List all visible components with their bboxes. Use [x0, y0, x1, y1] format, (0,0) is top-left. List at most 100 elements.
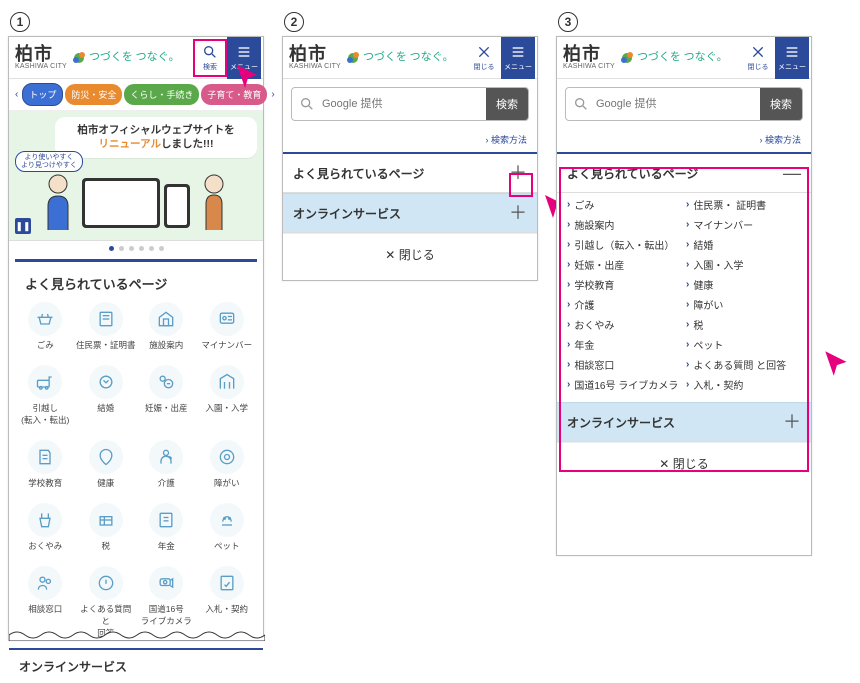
category-icon: [28, 440, 62, 474]
hero-illustration: [9, 170, 263, 238]
popular-item[interactable]: 学校教育: [15, 437, 76, 492]
category-icon: [28, 566, 62, 600]
search-go[interactable]: 検索: [760, 88, 802, 120]
nav-tabs: ‹ トップ 防災・安全 くらし・手続き 子育て・教育 ›: [9, 79, 263, 111]
category-icon: [149, 566, 183, 600]
popular-item[interactable]: 結婚: [76, 362, 137, 429]
header: 柏市 KASHIWA CITY つづくを つなぐ。 閉じる メニュー: [557, 37, 811, 79]
popular-item-label: 入園・入学: [205, 402, 248, 414]
popular-item[interactable]: 障がい: [197, 437, 258, 492]
category-icon: [149, 365, 183, 399]
logo[interactable]: 柏市 KASHIWA CITY つづくを つなぐ。: [289, 45, 467, 70]
popular-item[interactable]: ペット: [197, 500, 258, 555]
search-method-link[interactable]: › 検索方法: [557, 129, 811, 152]
popular-item-label: 妊娠・出産: [145, 402, 188, 414]
tab-top[interactable]: トップ: [22, 83, 63, 106]
tab-life[interactable]: くらし・手続き: [124, 84, 199, 105]
popular-item-label: ペット: [214, 540, 240, 552]
popular-item-label: 入札・契約: [205, 603, 248, 615]
search-area: 検索: [557, 79, 811, 129]
popular-grid: ごみ 住民票・証明書 施設案内 マイナンバー引越し(転入・転出) 結婚妊娠・出産 入園・入…: [9, 299, 263, 642]
city-name-en: KASHIWA CITY: [289, 63, 341, 70]
category-icon: [149, 302, 183, 336]
tagline: つづくを つなぐ。: [619, 50, 728, 66]
category-icon: [89, 302, 123, 336]
category-icon: [28, 302, 62, 336]
category-icon: [28, 365, 62, 399]
category-icon: [210, 440, 244, 474]
popular-item-label: 国道16号ライブカメラ: [141, 603, 192, 627]
carousel-dots[interactable]: [9, 241, 263, 255]
popular-item-label: 住民票・証明書: [76, 339, 136, 351]
popular-item[interactable]: 入園・入学: [197, 362, 258, 429]
popular-item[interactable]: ごみ: [15, 299, 76, 354]
popular-item[interactable]: 介護: [136, 437, 197, 492]
menu-button[interactable]: メニュー: [501, 37, 535, 79]
logo[interactable]: 柏市 KASHIWA CITY つづくを つなぐ。: [563, 45, 741, 70]
popular-item[interactable]: 住民票・証明書: [76, 299, 137, 354]
search-icon: [292, 88, 322, 120]
popular-item[interactable]: 施設案内: [136, 299, 197, 354]
popular-item[interactable]: 引越し(転入・転出): [15, 362, 76, 429]
city-name: 柏市: [15, 45, 67, 63]
hamburger-icon: [784, 44, 800, 60]
phone-screen-1: 柏市 KASHIWA CITY つづくを つなぐ。 検索 メニュー ‹ トップ …: [8, 36, 264, 641]
popular-item-label: おくやみ: [28, 540, 62, 552]
popular-item[interactable]: 年金: [136, 500, 197, 555]
step-badge-2: 2: [284, 12, 304, 32]
popular-item-label: 健康: [97, 477, 114, 489]
header: 柏市 KASHIWA CITY つづくを つなぐ。 閉じる メニュー: [283, 37, 537, 79]
search-input[interactable]: [596, 88, 760, 120]
popular-item[interactable]: おくやみ: [15, 500, 76, 555]
category-icon: [28, 503, 62, 537]
city-name: 柏市: [289, 45, 341, 63]
popular-item[interactable]: 税: [76, 500, 137, 555]
search-input[interactable]: [322, 88, 486, 120]
accordion-online[interactable]: オンラインサービス ＋: [283, 193, 537, 233]
popular-item[interactable]: 健康: [76, 437, 137, 492]
accordion-popular[interactable]: よく見られているページ ＋: [283, 152, 537, 193]
popular-item[interactable]: 妊娠・出産: [136, 362, 197, 429]
tagline: つづくを つなぐ。: [345, 50, 454, 66]
tab-safety[interactable]: 防災・安全: [65, 84, 122, 105]
phone-screen-3: 柏市 KASHIWA CITY つづくを つなぐ。 閉じる メニュー: [556, 36, 812, 556]
nav-prev[interactable]: ‹: [13, 89, 20, 100]
highlight-list: [559, 167, 809, 472]
online-title: オンラインサービス: [9, 648, 263, 683]
highlight-expand: [509, 173, 533, 197]
category-icon: [149, 503, 183, 537]
category-icon: [210, 365, 244, 399]
popular-item-label: 引越し(転入・転出): [21, 402, 69, 426]
hero-banner[interactable]: 柏市オフィシャルウェブサイトを リニューアルしました!!! より使いやすくより見…: [9, 111, 263, 241]
category-icon: [210, 302, 244, 336]
popular-title: よく見られているページ: [15, 259, 257, 299]
tagline: つづくを つなぐ。: [71, 50, 180, 66]
popular-item-label: ごみ: [37, 339, 54, 351]
nav-next[interactable]: ›: [269, 89, 276, 100]
hamburger-icon: [510, 44, 526, 60]
popular-item-label: マイナンバー: [201, 339, 252, 351]
menu-button[interactable]: メニュー: [775, 37, 809, 79]
step-badge-3: 3: [558, 12, 578, 32]
search-go[interactable]: 検索: [486, 88, 528, 120]
logo[interactable]: 柏市 KASHIWA CITY つづくを つなぐ。: [15, 45, 193, 70]
city-name-en: KASHIWA CITY: [15, 63, 67, 70]
carousel-pause[interactable]: ❚❚: [15, 218, 31, 234]
popular-item-label: 施設案内: [149, 339, 183, 351]
popular-item-label: 障がい: [214, 477, 240, 489]
city-name-en: KASHIWA CITY: [563, 63, 615, 70]
step-badge-1: 1: [10, 12, 30, 32]
search-bar: 検索: [565, 87, 803, 121]
close-panel-row[interactable]: ✕ 閉じる: [283, 233, 537, 275]
category-icon: [89, 503, 123, 537]
close-button[interactable]: 閉じる: [741, 37, 775, 79]
category-icon: [89, 440, 123, 474]
phone-screen-2: 柏市 KASHIWA CITY つづくを つなぐ。 閉じる メニュー: [282, 36, 538, 281]
popular-item-label: 年金: [158, 540, 175, 552]
search-method-link[interactable]: › 検索方法: [283, 129, 537, 152]
category-icon: [149, 440, 183, 474]
hero-speech: 柏市オフィシャルウェブサイトを リニューアルしました!!!: [55, 117, 257, 158]
close-button[interactable]: 閉じる: [467, 37, 501, 79]
search-area: 検索: [283, 79, 537, 129]
popular-item[interactable]: マイナンバー: [197, 299, 258, 354]
